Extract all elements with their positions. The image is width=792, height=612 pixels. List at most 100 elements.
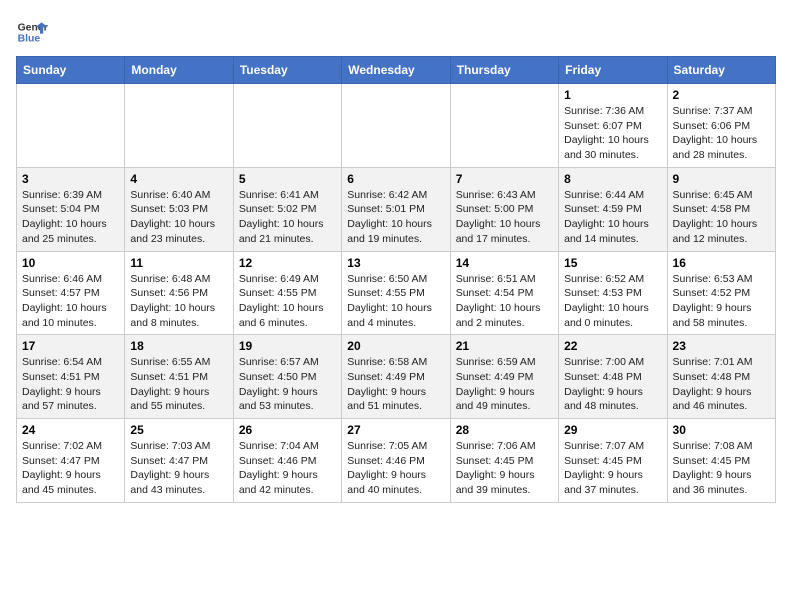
calendar-week-row: 3 Sunrise: 6:39 AM Sunset: 5:04 PM Daylig… [17, 167, 776, 251]
calendar-cell: 1Sunrise: 7:36 AM Sunset: 6:07 PM Daylig… [559, 84, 667, 168]
calendar-cell: 26 Sunrise: 7:04 AM Sunset: 4:46 PM Dayli… [233, 419, 341, 503]
day-info: Sunrise: 6:42 AM Sunset: 5:01 PM Dayligh… [347, 188, 444, 247]
day-number: 13 [347, 256, 444, 270]
calendar-cell: 16Sunrise: 6:53 AM Sunset: 4:52 PM Dayli… [667, 251, 775, 335]
day-info: Sunrise: 6:58 AM Sunset: 4:49 PM Dayligh… [347, 355, 444, 414]
calendar-cell: 25 Sunrise: 7:03 AM Sunset: 4:47 PM Dayli… [125, 419, 233, 503]
day-info: Sunrise: 6:51 AM Sunset: 4:54 PM Dayligh… [456, 272, 553, 331]
day-number: 12 [239, 256, 336, 270]
calendar-cell: 14Sunrise: 6:51 AM Sunset: 4:54 PM Dayli… [450, 251, 558, 335]
calendar-week-row: 1Sunrise: 7:36 AM Sunset: 6:07 PM Daylig… [17, 84, 776, 168]
day-number: 25 [130, 423, 227, 437]
day-number: 19 [239, 339, 336, 353]
calendar-cell: 30 Sunrise: 7:08 AM Sunset: 4:45 PM Dayli… [667, 419, 775, 503]
calendar-table: SundayMondayTuesdayWednesdayThursdayFrid… [16, 56, 776, 503]
day-info: Sunrise: 6:41 AM Sunset: 5:02 PM Dayligh… [239, 188, 336, 247]
calendar-cell [450, 84, 558, 168]
weekday-header: Monday [125, 57, 233, 84]
calendar-cell: 22 Sunrise: 7:00 AM Sunset: 4:48 PM Dayli… [559, 335, 667, 419]
calendar-cell: 5 Sunrise: 6:41 AM Sunset: 5:02 PM Daylig… [233, 167, 341, 251]
day-info: Sunrise: 7:04 AM Sunset: 4:46 PM Dayligh… [239, 439, 336, 498]
calendar-cell: 7 Sunrise: 6:43 AM Sunset: 5:00 PM Daylig… [450, 167, 558, 251]
day-number: 18 [130, 339, 227, 353]
day-number: 23 [673, 339, 770, 353]
day-info: Sunrise: 6:53 AM Sunset: 4:52 PM Dayligh… [673, 272, 770, 331]
weekday-header: Friday [559, 57, 667, 84]
calendar-header-row: SundayMondayTuesdayWednesdayThursdayFrid… [17, 57, 776, 84]
day-info: Sunrise: 7:02 AM Sunset: 4:47 PM Dayligh… [22, 439, 119, 498]
calendar-week-row: 10 Sunrise: 6:46 AM Sunset: 4:57 PM Dayli… [17, 251, 776, 335]
day-number: 26 [239, 423, 336, 437]
day-info: Sunrise: 6:50 AM Sunset: 4:55 PM Dayligh… [347, 272, 444, 331]
day-info: Sunrise: 7:05 AM Sunset: 4:46 PM Dayligh… [347, 439, 444, 498]
day-info: Sunrise: 6:44 AM Sunset: 4:59 PM Dayligh… [564, 188, 661, 247]
day-number: 28 [456, 423, 553, 437]
day-number: 24 [22, 423, 119, 437]
svg-text:Blue: Blue [18, 34, 41, 45]
day-info: Sunrise: 7:00 AM Sunset: 4:48 PM Dayligh… [564, 355, 661, 414]
day-info: Sunrise: 7:01 AM Sunset: 4:48 PM Dayligh… [673, 355, 770, 414]
calendar-cell: 17Sunrise: 6:54 AM Sunset: 4:51 PM Dayli… [17, 335, 125, 419]
day-info: Sunrise: 7:06 AM Sunset: 4:45 PM Dayligh… [456, 439, 553, 498]
logo-icon: General Blue [16, 16, 48, 48]
calendar-cell: 28 Sunrise: 7:06 AM Sunset: 4:45 PM Dayli… [450, 419, 558, 503]
calendar-cell: 20 Sunrise: 6:58 AM Sunset: 4:49 PM Dayli… [342, 335, 450, 419]
calendar-cell: 13 Sunrise: 6:50 AM Sunset: 4:55 PM Dayli… [342, 251, 450, 335]
day-number: 15 [564, 256, 661, 270]
day-number: 4 [130, 172, 227, 186]
day-info: Sunrise: 6:39 AM Sunset: 5:04 PM Dayligh… [22, 188, 119, 247]
day-number: 5 [239, 172, 336, 186]
calendar-cell: 24 Sunrise: 7:02 AM Sunset: 4:47 PM Dayli… [17, 419, 125, 503]
calendar-cell: 19 Sunrise: 6:57 AM Sunset: 4:50 PM Dayli… [233, 335, 341, 419]
day-number: 21 [456, 339, 553, 353]
day-number: 22 [564, 339, 661, 353]
calendar-cell: 3 Sunrise: 6:39 AM Sunset: 5:04 PM Daylig… [17, 167, 125, 251]
day-info: Sunrise: 6:57 AM Sunset: 4:50 PM Dayligh… [239, 355, 336, 414]
day-info: Sunrise: 6:49 AM Sunset: 4:55 PM Dayligh… [239, 272, 336, 331]
calendar-cell: 12 Sunrise: 6:49 AM Sunset: 4:55 PM Dayli… [233, 251, 341, 335]
day-number: 2 [673, 88, 770, 102]
day-info: Sunrise: 7:37 AM Sunset: 6:06 PM Dayligh… [673, 104, 770, 163]
page-container: General Blue SundayMondayTuesdayWednesda… [0, 0, 792, 513]
day-info: Sunrise: 7:07 AM Sunset: 4:45 PM Dayligh… [564, 439, 661, 498]
day-number: 10 [22, 256, 119, 270]
day-info: Sunrise: 6:52 AM Sunset: 4:53 PM Dayligh… [564, 272, 661, 331]
calendar-cell: 4 Sunrise: 6:40 AM Sunset: 5:03 PM Daylig… [125, 167, 233, 251]
day-number: 6 [347, 172, 444, 186]
calendar-cell: 11 Sunrise: 6:48 AM Sunset: 4:56 PM Dayli… [125, 251, 233, 335]
weekday-header: Wednesday [342, 57, 450, 84]
calendar-cell: 10 Sunrise: 6:46 AM Sunset: 4:57 PM Dayli… [17, 251, 125, 335]
calendar-cell: 27Sunrise: 7:05 AM Sunset: 4:46 PM Dayli… [342, 419, 450, 503]
day-number: 1 [564, 88, 661, 102]
weekday-header: Saturday [667, 57, 775, 84]
calendar-cell [17, 84, 125, 168]
calendar-week-row: 17Sunrise: 6:54 AM Sunset: 4:51 PM Dayli… [17, 335, 776, 419]
day-info: Sunrise: 6:55 AM Sunset: 4:51 PM Dayligh… [130, 355, 227, 414]
header-row: General Blue [16, 16, 776, 48]
day-info: Sunrise: 6:59 AM Sunset: 4:49 PM Dayligh… [456, 355, 553, 414]
calendar-cell: 29Sunrise: 7:07 AM Sunset: 4:45 PM Dayli… [559, 419, 667, 503]
day-number: 30 [673, 423, 770, 437]
day-number: 11 [130, 256, 227, 270]
calendar-cell: 9Sunrise: 6:45 AM Sunset: 4:58 PM Daylig… [667, 167, 775, 251]
day-number: 9 [673, 172, 770, 186]
day-info: Sunrise: 7:03 AM Sunset: 4:47 PM Dayligh… [130, 439, 227, 498]
day-number: 20 [347, 339, 444, 353]
calendar-cell: 21 Sunrise: 6:59 AM Sunset: 4:49 PM Dayli… [450, 335, 558, 419]
day-info: Sunrise: 6:43 AM Sunset: 5:00 PM Dayligh… [456, 188, 553, 247]
day-number: 17 [22, 339, 119, 353]
calendar-cell [342, 84, 450, 168]
calendar-week-row: 24 Sunrise: 7:02 AM Sunset: 4:47 PM Dayli… [17, 419, 776, 503]
day-number: 8 [564, 172, 661, 186]
day-number: 3 [22, 172, 119, 186]
day-info: Sunrise: 6:40 AM Sunset: 5:03 PM Dayligh… [130, 188, 227, 247]
logo: General Blue [16, 16, 52, 48]
weekday-header: Tuesday [233, 57, 341, 84]
weekday-header: Thursday [450, 57, 558, 84]
day-info: Sunrise: 6:46 AM Sunset: 4:57 PM Dayligh… [22, 272, 119, 331]
calendar-cell: 2 Sunrise: 7:37 AM Sunset: 6:06 PM Daylig… [667, 84, 775, 168]
calendar-cell: 6 Sunrise: 6:42 AM Sunset: 5:01 PM Daylig… [342, 167, 450, 251]
day-info: Sunrise: 7:08 AM Sunset: 4:45 PM Dayligh… [673, 439, 770, 498]
day-info: Sunrise: 6:48 AM Sunset: 4:56 PM Dayligh… [130, 272, 227, 331]
day-number: 7 [456, 172, 553, 186]
